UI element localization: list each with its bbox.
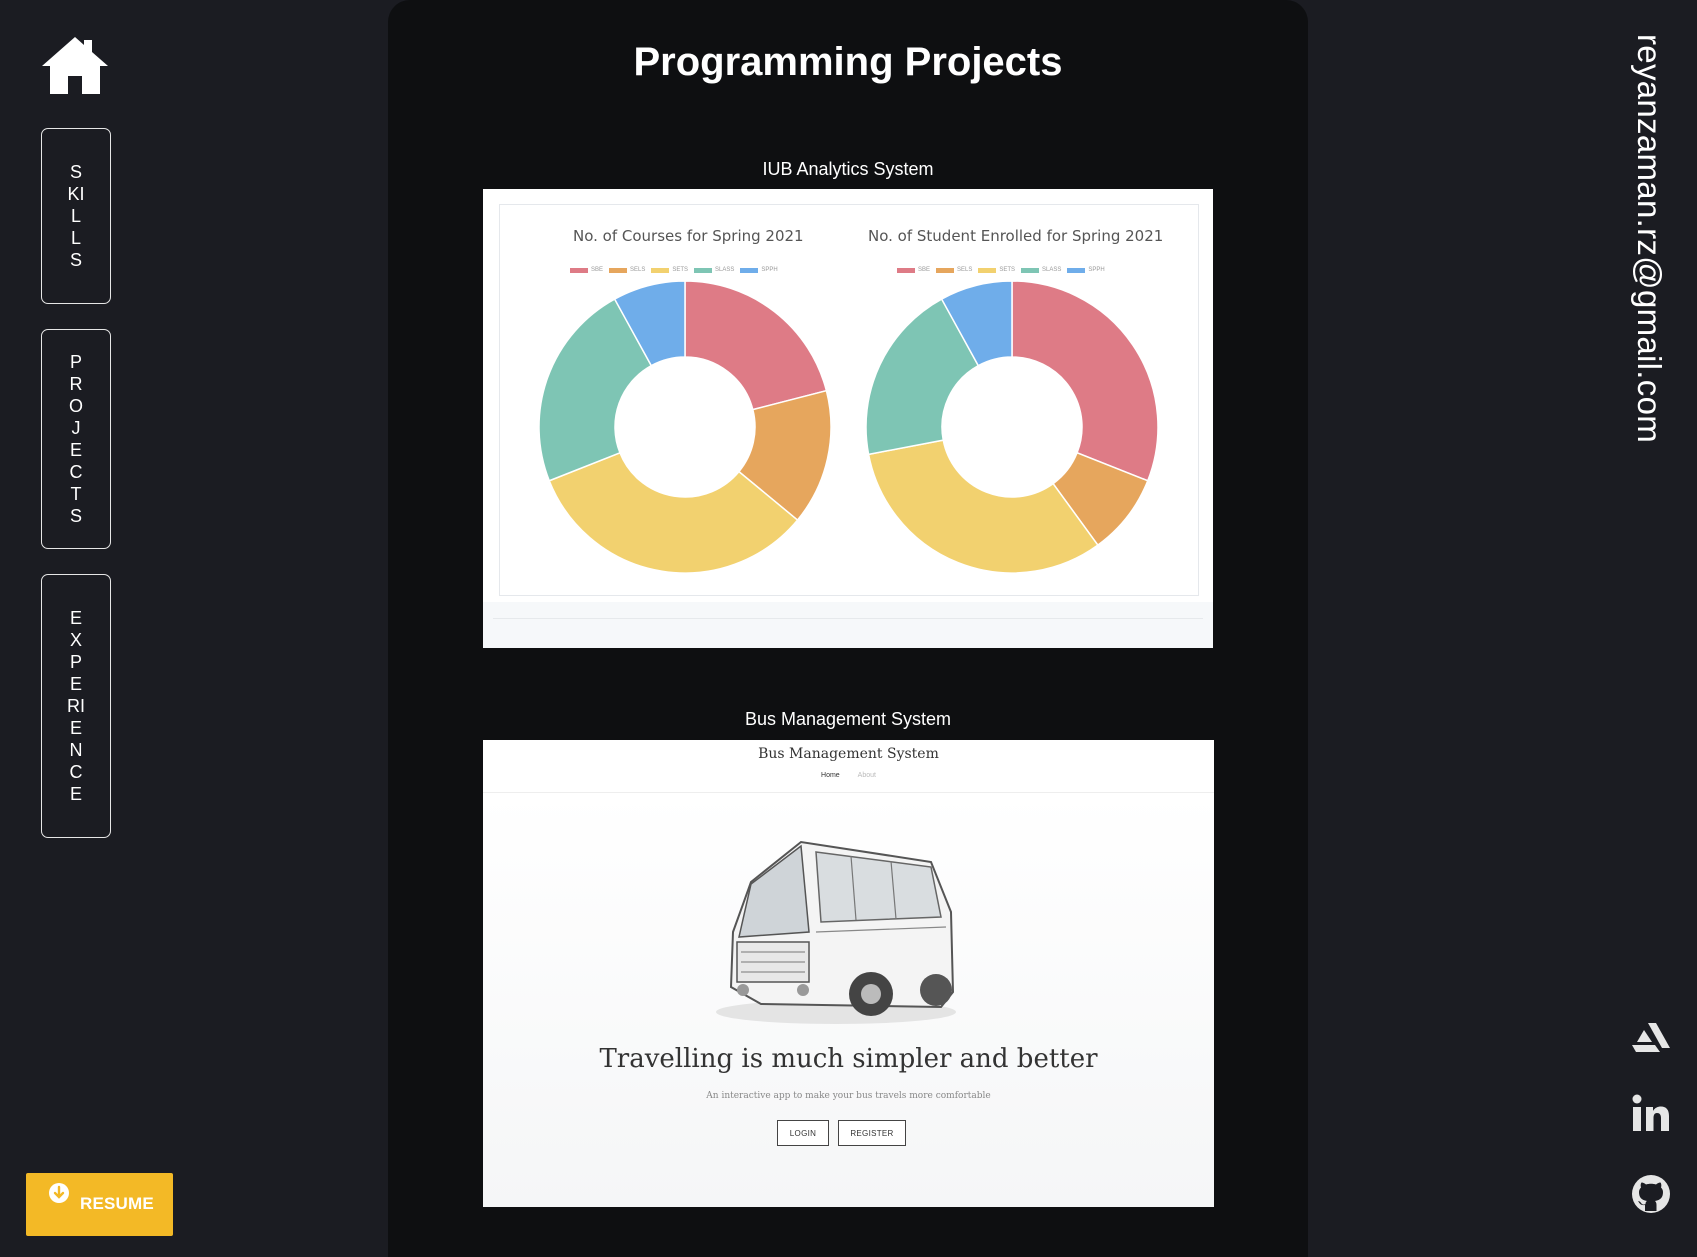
home-icon[interactable] [40,34,110,98]
legend-swatch [570,267,588,273]
email-link[interactable]: reyanzaman.rz@gmail.com [1630,34,1668,443]
donut-slice-sbe [684,280,828,411]
nav-projects-label: PROJECTS [68,352,83,526]
iub-analytics-screenshot[interactable]: No. of Courses for Spring 2021 No. of St… [483,189,1213,648]
bus-management-screenshot[interactable]: Bus Management System Home About Travell… [483,740,1214,1207]
artstation-icon[interactable] [1630,1015,1672,1057]
legend-label: SBE [918,267,931,273]
bms-login-button[interactable]: LOGIN [777,1120,829,1146]
legend-label: SELS [630,267,646,273]
bms-site-title: Bus Management System [758,746,939,762]
nav-skills-button[interactable]: SKILLS [41,128,111,304]
legend-label: SLASS [715,267,735,273]
donut-chart-courses [538,280,832,574]
project-title-iub: IUB Analytics System [762,159,934,179]
github-icon[interactable] [1630,1173,1672,1215]
left-sidebar: SKILLS PROJECTS EXPERIENCE RESUME [0,0,388,1257]
legend-swatch [651,267,670,273]
resume-button[interactable]: RESUME [26,1173,173,1236]
project-title-bus: Bus Management System [744,709,952,729]
legend-swatch [740,267,759,273]
legend-label: SBE [591,267,604,273]
page-title: Programming Projects [633,40,1063,84]
legend-label: SLASS [1042,267,1062,273]
legend-item-spph: SPPH [1067,267,1105,273]
bms-nav-about[interactable]: About [858,772,876,779]
legend-swatch [936,267,955,273]
bms-register-button[interactable]: REGISTER [838,1120,906,1146]
legend-swatch [609,267,628,273]
nav-projects-button[interactable]: PROJECTS [41,329,111,549]
resume-label: RESUME [80,1194,154,1213]
donut-chart-enrolled [865,280,1159,574]
main-panel: Programming Projects IUB Analytics Syste… [388,0,1308,1257]
donut-slice-sets [867,439,1099,574]
bms-nav-home[interactable]: Home [821,772,840,779]
legend-label: SELS [957,267,973,273]
bms-hero-heading: Travelling is much simpler and better [599,1044,1098,1074]
legend-label: SPPH [1088,267,1105,273]
legend-swatch [1021,267,1040,273]
legend-item-slass: SLASS [1021,267,1061,273]
legend-swatch [1067,267,1086,273]
linkedin-icon[interactable] [1630,1093,1672,1135]
bms-header: Bus Management System Home About [483,740,1214,793]
legend-swatch [897,267,915,273]
nav-experience-label: EXPERIENCE [67,608,85,804]
legend-label: SETS [999,267,1016,273]
legend-item-sbe: SBE [570,267,603,273]
legend-item-spph: SPPH [740,267,778,273]
card-footer [483,602,1213,648]
legend-item-sels: SELS [936,267,972,273]
chart-card: No. of Courses for Spring 2021 No. of St… [499,204,1199,596]
legend-item-slass: SLASS [694,267,734,273]
legend-item-sets: SETS [978,267,1015,273]
nav-skills-label: SKILLS [67,162,85,270]
legend-item-sbe: SBE [897,267,930,273]
legend-label: SPPH [761,267,778,273]
chart-title-enrolled: No. of Student Enrolled for Spring 2021 [868,227,1164,245]
bms-hero-subtitle: An interactive app to make your bus trav… [706,1091,991,1101]
legend-item-sets: SETS [651,267,688,273]
bms-nav: Home About [483,772,1214,779]
bus-illustration [716,840,956,1024]
legend-label: SETS [672,267,689,273]
legend-item-sels: SELS [609,267,645,273]
donut-slice-sbe [1011,280,1159,482]
legend-swatch [694,267,713,273]
legend-enrolled: SBE SELS SETS SLASS SPPH [897,267,1105,273]
download-icon [49,1183,69,1203]
chart-title-courses: No. of Courses for Spring 2021 [573,227,804,245]
nav-experience-button[interactable]: EXPERIENCE [41,574,111,838]
legend-swatch [978,267,997,273]
legend-courses: SBE SELS SETS SLASS SPPH [570,267,778,273]
